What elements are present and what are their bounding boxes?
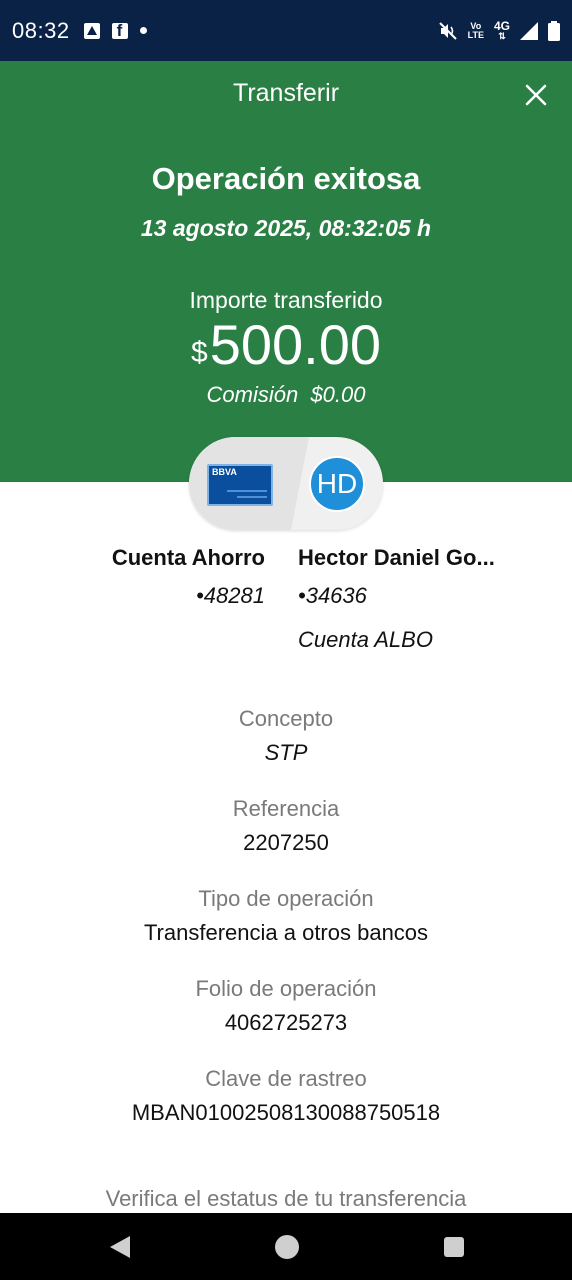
commission-label: Comisión — [206, 382, 299, 407]
transfer-amount: $500.00 — [0, 313, 572, 377]
mute-icon — [438, 21, 457, 40]
success-title: Operación exitosa — [151, 161, 421, 196]
commission-value: $0.00 — [310, 382, 366, 407]
recipient-bank: Cuenta ALBO — [298, 627, 433, 652]
system-nav-bar — [0, 1213, 572, 1280]
detail-value: 4062725273 — [224, 1010, 348, 1035]
data-arrows-icon: ⇅ — [498, 31, 506, 41]
card-brand: BBVA — [212, 467, 237, 477]
notification-dot-icon — [139, 27, 147, 34]
screen: 08:32 Vo LTE 4G ⇅ — [0, 0, 572, 1280]
app-a-icon — [83, 22, 100, 39]
signal-icon — [520, 21, 538, 40]
source-account-number: •48281 — [196, 583, 265, 608]
page-title: Transferir — [232, 79, 340, 107]
destination-account: Hector Daniel Go... •34636 Cuenta ALBO — [298, 545, 538, 653]
recipient-name: Hector Daniel Go... — [298, 545, 495, 570]
detail-label: Referencia — [232, 796, 340, 821]
card-stripe — [227, 490, 267, 492]
accounts-pill: BBVA HD — [189, 437, 383, 530]
system-icons: Vo LTE 4G ⇅ — [438, 20, 560, 41]
operation-details: Concepto STP Referencia 2207250 Tipo de … — [0, 704, 572, 1154]
detail-label: Folio de operación — [195, 976, 377, 1001]
currency-symbol: $ — [191, 336, 208, 369]
detail-referencia: Referencia 2207250 — [0, 794, 572, 884]
battery-icon — [548, 20, 560, 41]
detail-value: 2207250 — [243, 830, 329, 855]
volte-indicator: Vo LTE — [467, 21, 484, 40]
volte-line2: LTE — [467, 29, 484, 40]
source-account-name: Cuenta Ahorro — [111, 545, 265, 570]
amount-label: Importe transferido — [189, 287, 383, 313]
verify-status-link[interactable]: Verifica el estatus de tu transferencia — [0, 1186, 572, 1212]
home-icon[interactable] — [275, 1234, 299, 1259]
recipient-avatar: HD — [309, 456, 365, 512]
network-indicator: 4G ⇅ — [494, 20, 510, 41]
back-icon[interactable] — [110, 1235, 130, 1258]
detail-clave-rastreo: Clave de rastreo MBAN0100250813008875051… — [0, 1064, 572, 1154]
notification-icons — [83, 21, 147, 41]
commission: Comisión $0.00 — [0, 382, 572, 408]
amount-value: 500.00 — [209, 313, 381, 376]
detail-folio: Folio de operación 4062725273 — [0, 974, 572, 1064]
bank-card-icon: BBVA — [207, 464, 273, 506]
detail-value: MBAN01002508130088750518 — [131, 1100, 441, 1125]
detail-label: Concepto — [238, 706, 334, 731]
close-icon[interactable] — [524, 83, 548, 107]
operation-date: 13 agosto 2025, 08:32:05 h — [140, 215, 432, 241]
detail-label: Clave de rastreo — [205, 1066, 367, 1091]
facebook-icon — [111, 21, 128, 41]
recents-icon[interactable] — [444, 1236, 464, 1257]
card-stripe — [237, 496, 267, 498]
detail-value: Transferencia a otros bancos — [143, 920, 429, 945]
recipient-account-number: •34636 — [298, 583, 367, 608]
detail-tipo-operacion: Tipo de operación Transferencia a otros … — [0, 884, 572, 974]
status-bar: 08:32 Vo LTE 4G ⇅ — [0, 0, 572, 61]
detail-value: STP — [264, 740, 308, 765]
source-account-side: BBVA — [189, 437, 309, 530]
source-account: Cuenta Ahorro •48281 — [60, 545, 265, 609]
detail-concepto: Concepto STP — [0, 704, 572, 794]
detail-label: Tipo de operación — [198, 886, 374, 911]
success-header: Transferir Operación exitosa 13 agosto 2… — [0, 61, 572, 482]
status-time: 08:32 — [12, 17, 70, 43]
